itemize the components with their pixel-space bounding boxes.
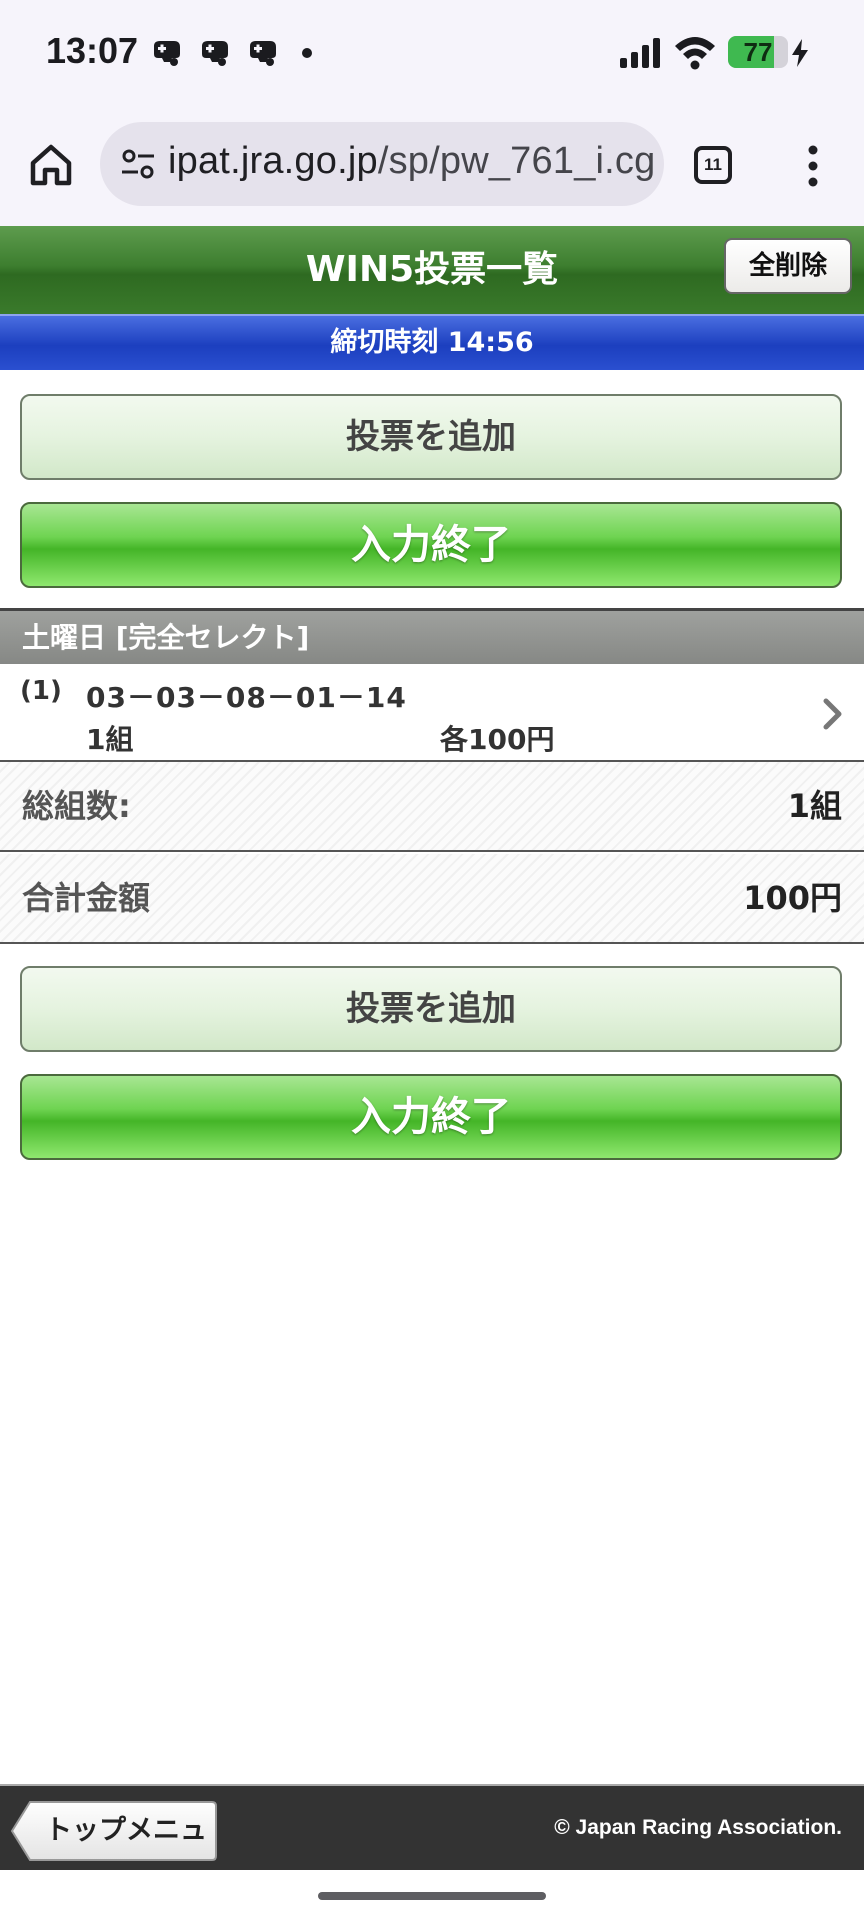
game-controller-icon <box>250 41 276 66</box>
deadline-bar: 締切時刻 14:56 <box>0 314 864 370</box>
bet-unit-amount: 各100円 <box>440 723 555 756</box>
address-bar[interactable]: ipat.jra.go.jp/sp/pw_761_i.cg <box>100 122 664 206</box>
notification-icons <box>150 38 312 68</box>
top-menu-button[interactable]: トップメニュー <box>10 1800 218 1908</box>
status-bar: 13:07 77 <box>0 0 864 108</box>
page-header: WIN5投票一覧 全削除 <box>0 226 864 314</box>
battery-level: 77 <box>743 37 773 67</box>
bet-count: 1組 <box>86 723 134 756</box>
site-settings-icon[interactable] <box>118 144 158 184</box>
more-options-icon[interactable] <box>798 144 828 188</box>
home-icon[interactable] <box>28 142 74 188</box>
section-title: 土曜日 [完全セレクト] <box>22 621 310 654</box>
browser-toolbar: ipat.jra.go.jp/sp/pw_761_i.cg 11 <box>0 108 864 226</box>
url-text: ipat.jra.go.jp/sp/pw_761_i.cg <box>168 140 655 183</box>
tab-switcher-button[interactable]: 11 <box>694 146 732 184</box>
url-path: /sp/pw_761_i.cg <box>377 140 656 182</box>
copyright-text: © Japan Racing Association. <box>554 1816 842 1839</box>
bet-combination: 03－03－08－01－14 <box>86 681 407 714</box>
status-time: 13:07 <box>46 30 139 71</box>
chevron-right-icon[interactable] <box>822 698 844 730</box>
total-amount-label: 合計金額 <box>22 879 151 917</box>
game-controller-icon <box>154 41 180 66</box>
finish-input-button[interactable]: 入力終了 <box>20 502 842 588</box>
total-combinations-value: 1組 <box>787 787 842 825</box>
total-amount-value: 100円 <box>743 879 842 917</box>
section-header: 土曜日 [完全セレクト] <box>0 608 864 664</box>
game-controller-icon <box>202 41 228 66</box>
top-menu-label: トップメニュー <box>45 1815 207 1908</box>
bet-index: (1) <box>20 676 62 706</box>
total-combinations-label: 総組数: <box>22 787 131 825</box>
deadline-time: 締切時刻 14:56 <box>330 327 534 358</box>
finish-input-button-bottom[interactable]: 入力終了 <box>20 1074 842 1160</box>
add-vote-button[interactable]: 投票を追加 <box>20 394 842 480</box>
total-combinations-row: 総組数: 1組 <box>0 762 864 852</box>
wifi-icon <box>675 37 715 70</box>
more-notifications-dot <box>302 48 312 58</box>
footer: トップメニュー © Japan Racing Association. <box>0 1784 864 1908</box>
gesture-area <box>0 1870 864 1920</box>
home-indicator[interactable] <box>318 1892 546 1900</box>
charging-bolt-icon <box>792 39 808 67</box>
cellular-signal-icon <box>620 38 660 68</box>
add-vote-button-bottom[interactable]: 投票を追加 <box>20 966 842 1052</box>
bet-row[interactable]: (1) 03－03－08－01－14 1組 各100円 <box>0 664 864 762</box>
total-amount-row: 合計金額 100円 <box>0 854 864 944</box>
url-domain: ipat.jra.go.jp <box>168 140 378 182</box>
delete-all-button[interactable]: 全削除 <box>724 238 852 294</box>
battery-indicator: 77 <box>728 36 788 68</box>
